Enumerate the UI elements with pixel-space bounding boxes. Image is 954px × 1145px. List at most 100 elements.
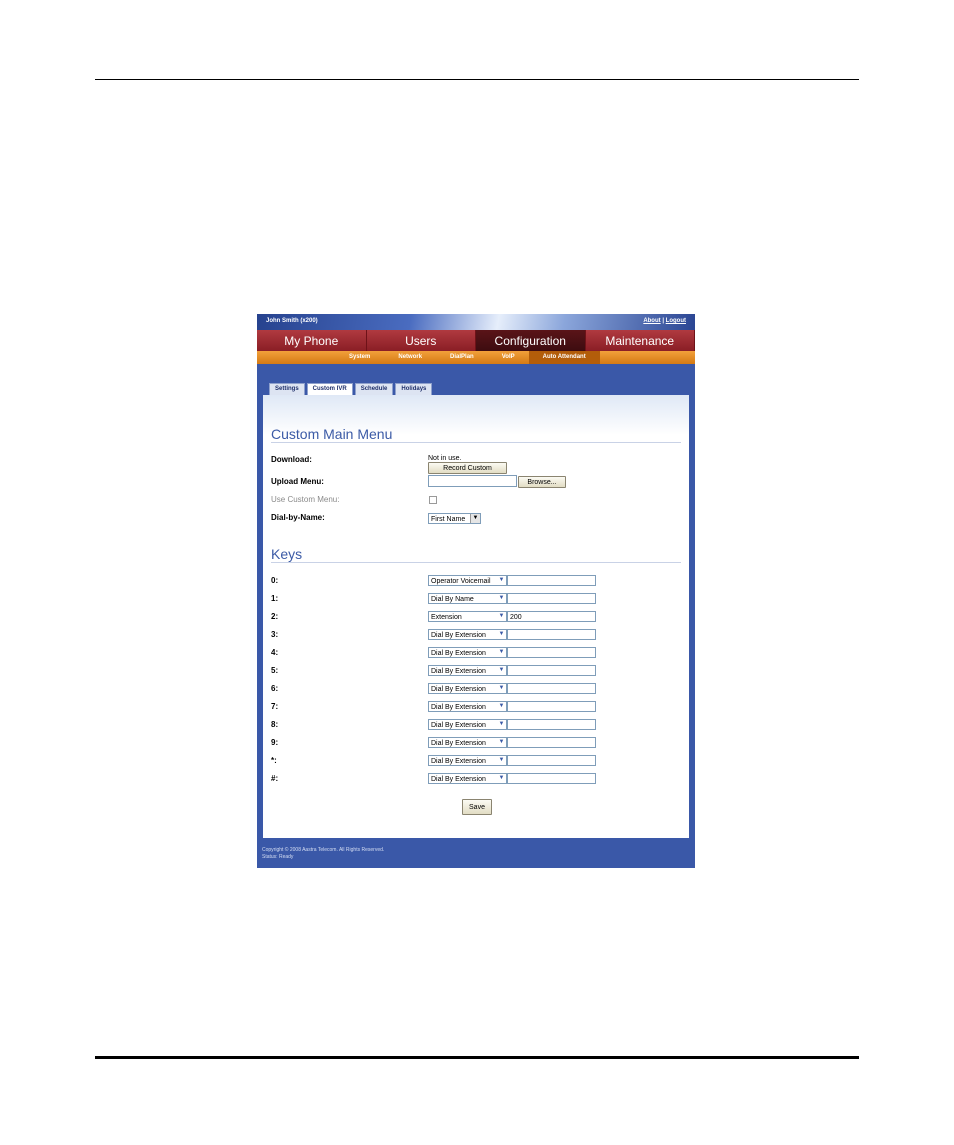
section-divider xyxy=(271,442,681,443)
chevron-down-icon: ▼ xyxy=(498,631,505,637)
main-nav: My Phone Users Configuration Maintenance xyxy=(257,330,695,351)
key-action-select[interactable]: Dial By Extension ▼ xyxy=(428,665,507,676)
page-header-rule xyxy=(95,79,859,80)
browse-button[interactable]: Browse... xyxy=(518,476,566,488)
chevron-down-icon: ▼ xyxy=(498,577,505,583)
key-action-select[interactable]: Dial By Extension ▼ xyxy=(428,647,507,658)
main-nav-my-phone[interactable]: My Phone xyxy=(257,330,367,351)
sub-nav-system[interactable]: System xyxy=(335,351,384,364)
key-action-value: Operator Voicemail xyxy=(431,578,491,585)
tab-settings[interactable]: Settings xyxy=(269,383,305,395)
upload-file-input[interactable] xyxy=(428,475,517,487)
page-tabs: Settings Custom IVR Schedule Holidays xyxy=(269,383,434,396)
chevron-down-icon: ▼ xyxy=(498,649,505,655)
key-action-value: Dial By Name xyxy=(431,596,474,603)
key-value-input[interactable] xyxy=(507,575,596,586)
key-label: 7: xyxy=(271,702,279,711)
key-value-input[interactable]: 200 xyxy=(507,611,596,622)
key-action-value: Dial By Extension xyxy=(431,722,486,729)
main-nav-users[interactable]: Users xyxy=(366,330,476,351)
key-value-input[interactable] xyxy=(507,737,596,748)
key-action-value: Dial By Extension xyxy=(431,740,486,747)
sub-nav-voip[interactable]: VoIP xyxy=(488,351,529,364)
content-panel: Custom Main Menu Download: Not in use. R… xyxy=(263,395,689,838)
top-bar: John Smith (x200) About | Logout xyxy=(257,314,695,330)
page-footer-rule xyxy=(95,1056,859,1059)
use-custom-menu-label: Use Custom Menu: xyxy=(271,495,340,504)
chevron-down-icon: ▼ xyxy=(470,514,480,523)
key-label: 8: xyxy=(271,720,279,729)
key-value-input[interactable] xyxy=(507,647,596,658)
key-value-input[interactable] xyxy=(507,755,596,766)
chevron-down-icon: ▼ xyxy=(498,595,505,601)
custom-main-menu-title: Custom Main Menu xyxy=(271,426,393,442)
key-action-value: Dial By Extension xyxy=(431,776,486,783)
main-nav-configuration[interactable]: Configuration xyxy=(476,330,586,351)
chevron-down-icon: ▼ xyxy=(498,739,505,745)
dial-by-name-label: Dial-by-Name: xyxy=(271,513,325,522)
key-label: 3: xyxy=(271,630,279,639)
about-link[interactable]: About xyxy=(643,318,660,324)
top-links: About | Logout xyxy=(643,318,686,324)
chevron-down-icon: ▼ xyxy=(498,721,505,727)
key-label: #: xyxy=(271,774,279,783)
key-action-select[interactable]: Dial By Extension ▼ xyxy=(428,755,507,766)
key-label: 2: xyxy=(271,612,279,621)
tab-schedule[interactable]: Schedule xyxy=(354,383,394,395)
download-status: Not in use. xyxy=(428,455,462,462)
chevron-down-icon: ▼ xyxy=(498,685,505,691)
key-label: 4: xyxy=(271,648,279,657)
key-label: 5: xyxy=(271,666,279,675)
dial-by-name-select[interactable]: First Name ▼ xyxy=(428,513,481,524)
download-label: Download: xyxy=(271,455,312,464)
key-value-input[interactable] xyxy=(507,629,596,640)
sub-nav: System Network DialPlan VoIP Auto Attend… xyxy=(257,351,695,364)
section-divider xyxy=(271,562,681,563)
screenshot-window: John Smith (x200) About | Logout My Phon… xyxy=(257,314,695,868)
top-links-separator: | xyxy=(662,318,664,324)
save-button[interactable]: Save xyxy=(462,799,492,815)
upload-menu-label: Upload Menu: xyxy=(271,477,324,486)
key-action-value: Dial By Extension xyxy=(431,650,486,657)
sub-nav-network[interactable]: Network xyxy=(384,351,436,364)
key-action-select[interactable]: Dial By Extension ▼ xyxy=(428,629,507,640)
chevron-down-icon: ▼ xyxy=(498,613,505,619)
key-action-select[interactable]: Dial By Extension ▼ xyxy=(428,683,507,694)
tab-holidays[interactable]: Holidays xyxy=(395,383,433,395)
key-label: 9: xyxy=(271,738,279,747)
key-value-input[interactable] xyxy=(507,701,596,712)
key-value-input[interactable] xyxy=(507,719,596,730)
sub-nav-auto-attendant[interactable]: Auto Attendant xyxy=(528,351,600,364)
keys-title: Keys xyxy=(271,546,303,562)
key-action-select[interactable]: Extension ▼ xyxy=(428,611,507,622)
main-nav-maintenance[interactable]: Maintenance xyxy=(585,330,695,351)
key-value-input[interactable] xyxy=(507,665,596,676)
key-action-value: Dial By Extension xyxy=(431,704,486,711)
chevron-down-icon: ▼ xyxy=(498,703,505,709)
key-value-input[interactable] xyxy=(507,683,596,694)
key-label: 1: xyxy=(271,594,279,603)
key-action-select[interactable]: Dial By Extension ▼ xyxy=(428,773,507,784)
key-value-input[interactable] xyxy=(507,773,596,784)
key-action-select[interactable]: Dial By Extension ▼ xyxy=(428,719,507,730)
status-text: Status: Ready xyxy=(262,854,294,860)
key-action-select[interactable]: Dial By Extension ▼ xyxy=(428,737,507,748)
chevron-down-icon: ▼ xyxy=(498,757,505,763)
key-action-select[interactable]: Operator Voicemail ▼ xyxy=(428,575,507,586)
key-value-input[interactable] xyxy=(507,593,596,604)
key-action-value: Dial By Extension xyxy=(431,632,486,639)
user-name: John Smith (x200) xyxy=(266,318,318,324)
record-custom-button[interactable]: Record Custom xyxy=(428,462,507,474)
copyright-text: Copyright © 2008 Aastra Telecom. All Rig… xyxy=(262,847,385,853)
logout-link[interactable]: Logout xyxy=(666,318,686,324)
key-action-select[interactable]: Dial By Extension ▼ xyxy=(428,701,507,712)
key-action-select[interactable]: Dial By Name ▼ xyxy=(428,593,507,604)
use-custom-menu-checkbox[interactable] xyxy=(429,496,437,504)
key-label: 0: xyxy=(271,576,279,585)
key-action-value: Dial By Extension xyxy=(431,668,486,675)
sub-nav-dialplan[interactable]: DialPlan xyxy=(436,351,488,364)
key-action-value: Extension xyxy=(431,614,462,621)
chevron-down-icon: ▼ xyxy=(498,667,505,673)
footer: Copyright © 2008 Aastra Telecom. All Rig… xyxy=(262,847,384,861)
key-label: 6: xyxy=(271,684,279,693)
